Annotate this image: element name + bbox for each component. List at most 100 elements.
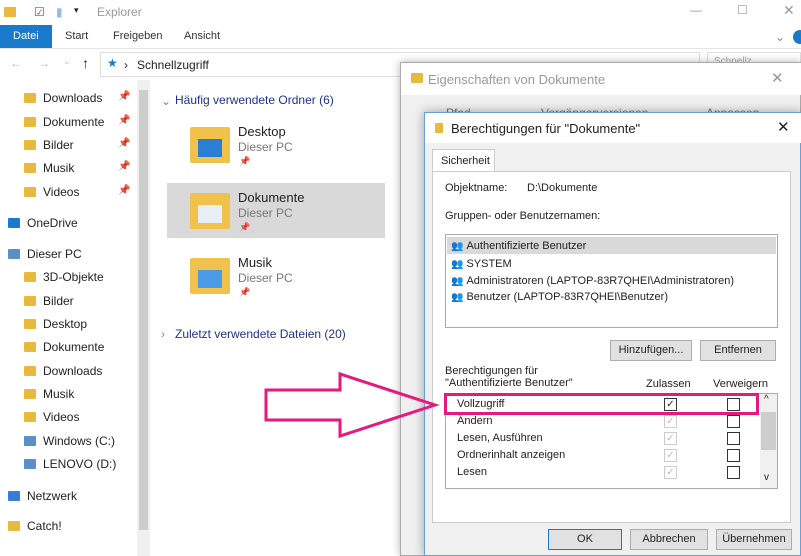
expand-ribbon-icon[interactable]: ⌄ — [775, 30, 785, 44]
deny-checkbox[interactable] — [727, 466, 740, 479]
folder-icon — [24, 366, 36, 376]
group-item[interactable]: 👥 Authentifizierte Benutzer — [451, 238, 586, 254]
sidebar-item[interactable]: Downloads — [24, 89, 102, 107]
sidebar-item-label: Downloads — [43, 91, 103, 105]
folder-icon — [24, 296, 36, 306]
frequent-folders-header[interactable]: Häufig verwendete Ordner (6) — [175, 93, 334, 107]
group-item[interactable]: 👥 Benutzer (LAPTOP-83R7QHEI\Benutzer) — [451, 289, 668, 305]
sidebar-item[interactable]: Desktop — [24, 315, 87, 333]
ribbon-tab-datei-label[interactable]: Datei — [13, 30, 39, 42]
deny-checkbox[interactable] — [727, 415, 740, 428]
allow-checkbox[interactable]: ✓ — [664, 432, 677, 445]
folder-tile[interactable] — [190, 193, 230, 229]
sidebar-item[interactable]: OneDrive — [8, 214, 78, 232]
sidebar-scrollbar[interactable] — [137, 80, 150, 556]
sidebar-item-label: Bilder — [43, 294, 74, 308]
deny-checkbox[interactable] — [727, 432, 740, 445]
sidebar-item[interactable]: Musik — [24, 159, 74, 177]
groups-label: Gruppen- oder Benutzernamen: — [445, 210, 601, 222]
maximize-button[interactable]: ☐ — [737, 3, 748, 17]
folder-icon — [24, 187, 36, 197]
apply-button[interactable]: Übernehmen — [716, 529, 792, 550]
back-button[interactable]: ← — [10, 56, 22, 70]
sidebar-item[interactable]: Dieser PC — [8, 245, 82, 263]
scroll-down-icon[interactable]: v — [764, 472, 769, 483]
permission-name: Lesen — [457, 466, 487, 478]
sidebar-item-label: Dokumente — [43, 340, 105, 354]
minimize-button[interactable]: — — [690, 3, 702, 17]
close-button[interactable]: ✕ — [783, 2, 795, 19]
sidebar-item-label: LENOVO (D:) — [43, 457, 117, 471]
add-button[interactable]: Hinzufügen... — [610, 340, 692, 361]
permissions-dialog: Berechtigungen für "Dokumente" ✕ Sicherh… — [424, 112, 801, 556]
deny-checkbox[interactable] — [727, 449, 740, 462]
sidebar-item[interactable]: 3D-Objekte — [24, 268, 104, 286]
sidebar-item[interactable]: LENOVO (D:) — [24, 455, 116, 473]
new-folder-quick-icon[interactable]: ▮ — [56, 5, 63, 19]
properties-close[interactable]: ✕ — [771, 69, 784, 87]
drive-icon — [8, 249, 20, 259]
up-button[interactable]: ↑ — [82, 55, 89, 71]
folder-tile[interactable] — [190, 127, 230, 163]
sidebar-item[interactable]: Windows (C:) — [24, 432, 115, 450]
scroll-thumb[interactable] — [761, 412, 776, 450]
folder-name[interactable]: Desktop — [238, 124, 286, 139]
pin-icon[interactable]: 📌 — [239, 222, 250, 233]
recent-chevron[interactable]: › — [161, 327, 165, 341]
allow-checkbox[interactable]: ✓ — [664, 415, 677, 428]
sidebar-item[interactable]: Netzwerk — [8, 487, 77, 505]
sidebar-item[interactable]: Downloads — [24, 362, 102, 380]
recent-files-header[interactable]: Zuletzt verwendete Dateien (20) — [175, 327, 346, 341]
sidebar-item[interactable]: Videos — [24, 408, 79, 426]
group-name: Benutzer (LAPTOP-83R7QHEI\Benutzer) — [466, 291, 669, 303]
pin-icon[interactable]: 📌 — [118, 138, 130, 149]
chevron-icon: › — [124, 58, 128, 72]
users-icon: 👥 — [451, 275, 464, 287]
folder-name[interactable]: Dokumente — [238, 190, 304, 205]
ribbon-tab-ansicht[interactable]: Ansicht — [184, 30, 220, 42]
folder-location: Dieser PC — [238, 206, 293, 220]
recent-dropdown[interactable]: ⌄ — [63, 56, 71, 67]
permissions-scrollbar[interactable]: ^ v — [760, 394, 777, 488]
users-icon: 👥 — [451, 258, 464, 270]
group-item[interactable]: 👥 Administratoren (LAPTOP-83R7QHEI\Admini… — [451, 273, 734, 289]
pin-icon[interactable]: 📌 — [118, 91, 130, 102]
pin-icon[interactable]: 📌 — [118, 185, 130, 196]
pin-icon[interactable]: 📌 — [239, 287, 250, 298]
folder-icon — [4, 7, 16, 17]
ribbon-tab-freigeben[interactable]: Freigeben — [113, 30, 163, 42]
folder-icon — [24, 389, 36, 399]
sidebar-item-label: Catch! — [27, 519, 62, 533]
folder-tile[interactable] — [190, 258, 230, 294]
sidebar-item[interactable]: Dokumente — [24, 113, 104, 131]
customize-toolbar-icon[interactable]: ▾ — [74, 5, 79, 16]
pin-icon[interactable]: 📌 — [118, 115, 130, 126]
group-item[interactable]: 👥 SYSTEM — [451, 256, 512, 272]
pin-icon[interactable]: 📌 — [118, 161, 130, 172]
pin-icon[interactable]: 📌 — [239, 156, 250, 167]
folder-icon — [24, 412, 36, 422]
network-icon — [8, 491, 20, 501]
remove-button[interactable]: Entfernen — [700, 340, 776, 361]
frequent-chevron[interactable]: ⌄ — [161, 94, 171, 108]
help-icon[interactable] — [793, 30, 801, 44]
sidebar-item[interactable]: Bilder — [24, 292, 74, 310]
folder-name[interactable]: Musik — [238, 255, 272, 270]
sidebar-item[interactable]: Catch! — [8, 517, 62, 535]
sidebar-item[interactable]: Dokumente — [24, 338, 104, 356]
properties-quick-icon[interactable]: ☑ — [34, 5, 45, 19]
ribbon-tab-start[interactable]: Start — [65, 30, 88, 42]
ok-button[interactable]: OK — [548, 529, 622, 550]
cancel-button[interactable]: Abbrechen — [630, 529, 708, 550]
sidebar-item[interactable]: Bilder — [24, 136, 74, 154]
sidebar-item[interactable]: Musik — [24, 385, 74, 403]
breadcrumb[interactable]: Schnellzugriff — [137, 58, 209, 72]
sidebar-item[interactable]: Videos — [24, 183, 79, 201]
tab-sicherheit[interactable]: Sicherheit — [432, 149, 495, 172]
allow-checkbox[interactable]: ✓ — [664, 449, 677, 462]
forward-button[interactable]: → — [38, 56, 50, 70]
allow-checkbox[interactable]: ✓ — [664, 466, 677, 479]
scroll-up-icon[interactable]: ^ — [764, 394, 769, 405]
permissions-close[interactable]: ✕ — [777, 118, 790, 136]
folder-overlay-icon — [198, 139, 222, 157]
